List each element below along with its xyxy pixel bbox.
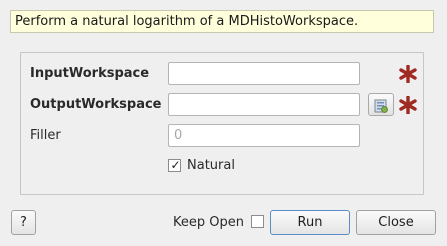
output-workspace-label: OutputWorkspace bbox=[30, 97, 162, 112]
natural-checkbox[interactable]: ✓ bbox=[168, 157, 181, 172]
algorithm-description: Perform a natural logarithm of a MDHisto… bbox=[10, 10, 434, 33]
natural-checkbox-row[interactable]: ✓ Natural bbox=[168, 157, 235, 173]
checkmark-icon: ✓ bbox=[170, 157, 181, 172]
workspace-browse-icon bbox=[374, 99, 388, 113]
filler-field[interactable] bbox=[168, 124, 360, 147]
keep-open-label: Keep Open bbox=[173, 215, 244, 230]
keep-open-checkbox[interactable] bbox=[251, 215, 264, 228]
required-star-icon bbox=[399, 96, 417, 114]
workspace-browse-button[interactable] bbox=[368, 93, 394, 116]
input-workspace-field[interactable] bbox=[168, 62, 360, 85]
natural-label: Natural bbox=[187, 157, 235, 173]
help-button[interactable]: ? bbox=[11, 210, 36, 235]
close-button[interactable]: Close bbox=[356, 210, 436, 235]
filler-label: Filler bbox=[30, 128, 61, 143]
run-button[interactable]: Run bbox=[270, 210, 350, 235]
required-star-icon bbox=[399, 65, 417, 83]
output-workspace-field[interactable] bbox=[168, 93, 360, 116]
input-workspace-label: InputWorkspace bbox=[30, 66, 150, 81]
